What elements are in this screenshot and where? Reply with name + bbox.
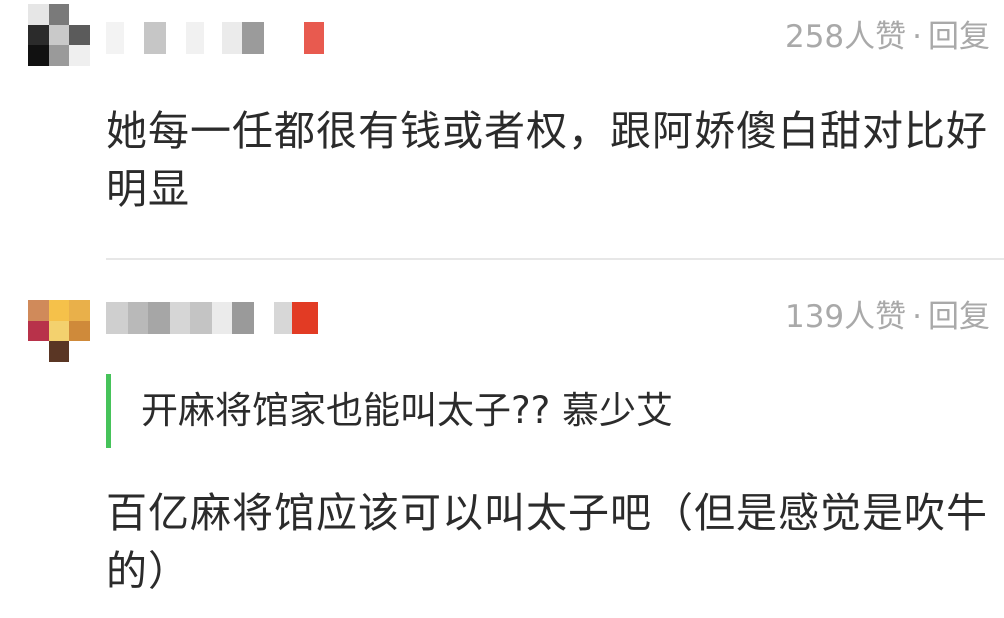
avatar-pixel bbox=[69, 341, 90, 362]
avatar-pixel bbox=[28, 320, 49, 342]
avatar-pixel bbox=[48, 45, 70, 66]
like-count[interactable]: 139人赞 bbox=[785, 299, 906, 335]
username-pixel bbox=[222, 22, 242, 54]
comment-text: 百亿麻将馆应该可以叫太子吧（但是感觉是吹牛的） bbox=[106, 489, 988, 595]
avatar-pixel bbox=[28, 4, 49, 25]
reply-button[interactable]: 回复 bbox=[928, 299, 990, 335]
comment-meta: 258人赞 · 回复 bbox=[785, 19, 990, 55]
comment-item-2: 139人赞 · 回复 开麻将馆家也能叫太子?? 慕少艾 百亿麻将馆应该可以叫太子吧（… bbox=[0, 262, 1004, 618]
username-pixel bbox=[124, 22, 144, 54]
username-pixel bbox=[304, 22, 324, 54]
username-pixel bbox=[148, 302, 170, 334]
comment-meta: 139人赞 · 回复 bbox=[785, 299, 990, 335]
avatar-pixel bbox=[28, 341, 49, 362]
username-blurred[interactable] bbox=[106, 302, 318, 334]
avatar-pixel bbox=[28, 300, 49, 321]
username-pixel bbox=[212, 302, 232, 334]
username-pixel bbox=[254, 302, 274, 334]
username-pixel bbox=[144, 22, 166, 54]
username-pixel bbox=[204, 22, 222, 54]
avatar-pixel bbox=[69, 45, 90, 66]
username-pixel bbox=[106, 302, 128, 334]
username-pixel bbox=[106, 22, 124, 54]
avatar-pixel bbox=[69, 24, 90, 46]
avatar-pixel bbox=[69, 4, 90, 25]
meta-separator: · bbox=[912, 299, 922, 335]
username-pixel bbox=[166, 22, 186, 54]
avatar-pixel bbox=[48, 4, 70, 25]
username-pixel bbox=[242, 22, 264, 54]
username-pixel bbox=[292, 302, 318, 334]
meta-separator: · bbox=[912, 19, 922, 55]
username-blurred[interactable] bbox=[106, 22, 324, 54]
username-pixel bbox=[264, 22, 304, 54]
comment-text: 她每一任都很有钱或者权，跟阿娇傻白甜对比好明显 bbox=[106, 107, 988, 213]
like-count[interactable]: 258人赞 bbox=[785, 19, 906, 55]
username-pixel bbox=[232, 302, 254, 334]
avatar-pixel bbox=[69, 320, 90, 342]
username-pixel bbox=[186, 22, 204, 54]
username-pixel bbox=[170, 302, 190, 334]
avatar-pixel bbox=[48, 300, 70, 321]
username-pixel bbox=[128, 302, 148, 334]
comment-item-1: 258人赞 · 回复 她每一任都很有钱或者权，跟阿娇傻白甜对比好明显 bbox=[0, 0, 1004, 260]
avatar-pixel bbox=[69, 300, 90, 321]
avatar[interactable] bbox=[28, 4, 90, 66]
avatar-pixel bbox=[28, 45, 49, 66]
quoted-comment[interactable]: 开麻将馆家也能叫太子?? 慕少艾 bbox=[106, 374, 986, 448]
avatar-pixel bbox=[28, 24, 49, 46]
divider bbox=[106, 258, 1004, 260]
reply-button[interactable]: 回复 bbox=[928, 19, 990, 55]
avatar-pixel bbox=[48, 320, 70, 342]
username-pixel bbox=[190, 302, 212, 334]
avatar-pixel bbox=[48, 341, 70, 362]
username-pixel bbox=[274, 302, 292, 334]
avatar[interactable] bbox=[28, 300, 90, 362]
avatar-pixel bbox=[48, 24, 70, 46]
